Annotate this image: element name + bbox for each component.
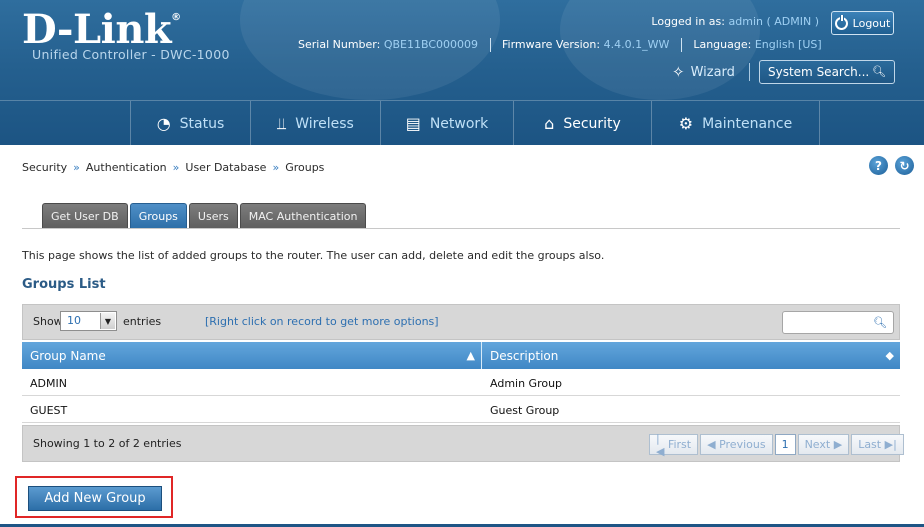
logged-in-label: Logged in as:: [651, 15, 725, 28]
serial-label: Serial Number:: [298, 38, 381, 51]
column-label: Group Name: [30, 348, 106, 363]
wand-icon: ✧: [672, 63, 685, 81]
nav-network[interactable]: ▤ Network: [381, 101, 514, 145]
nav-status[interactable]: ◔ Status: [130, 101, 251, 145]
group-name-cell: GUEST: [30, 404, 68, 417]
breadcrumb: Security » Authentication » User Database » Gr…: [22, 161, 324, 174]
context-hint: [Right click on record to get more optio…: [205, 315, 439, 328]
group-name-cell: ADMIN: [30, 377, 67, 390]
first-label: First: [667, 438, 692, 451]
search-icon[interactable]: 🔍︎: [873, 316, 887, 329]
column-header-description[interactable]: Description ◆: [482, 342, 900, 369]
system-search-input[interactable]: System Search... 🔍︎: [759, 60, 895, 84]
first-page-button[interactable]: |◀ First: [649, 431, 699, 458]
breadcrumb-item[interactable]: Security: [22, 161, 67, 174]
divider: [748, 63, 750, 81]
gauge-icon: ◔: [156, 114, 171, 133]
divider: [680, 38, 682, 52]
divider: [22, 228, 900, 229]
column-label: Description: [490, 348, 559, 363]
nav-label: Status: [179, 115, 225, 132]
last-icon: ▶|: [881, 438, 897, 451]
sort-asc-icon: ▲: [466, 349, 475, 362]
wizard-link[interactable]: ✧ Wizard: [672, 63, 750, 81]
table-row[interactable]: ADMIN Admin Group: [22, 370, 900, 396]
chevron-down-icon[interactable]: ▼: [100, 313, 115, 329]
next-icon: ▶: [830, 438, 843, 451]
nav-label: Wireless: [295, 115, 354, 132]
logged-in-user: admin ( ADMIN ): [728, 15, 820, 28]
search-icon[interactable]: 🔍︎: [872, 65, 886, 78]
device-info: Serial Number: QBE11BC000009 Firmware Ve…: [298, 38, 822, 52]
tab-users[interactable]: Users: [188, 203, 238, 228]
divider: [489, 38, 491, 52]
serial-value: QBE11BC000009: [383, 38, 479, 51]
table-footer: Showing 1 to 2 of 2 entries |◀ First ◀ P…: [22, 425, 904, 462]
sort-icon: ◆: [885, 349, 894, 362]
breadcrumb-item: Groups: [285, 161, 325, 174]
add-new-group-button[interactable]: Add New Group: [28, 486, 162, 511]
tab-bar: Get User DB Groups Users MAC Authenticat…: [42, 203, 367, 228]
nav-label: Maintenance: [702, 115, 793, 132]
entries-info: Showing 1 to 2 of 2 entries: [33, 437, 182, 450]
last-page-button[interactable]: Last ▶|: [851, 434, 904, 455]
nav-security[interactable]: ⌂ Security: [514, 101, 652, 145]
logout-button[interactable]: Logout: [831, 11, 894, 35]
system-search-placeholder: System Search...: [768, 65, 870, 79]
firmware-value: 4.4.0.1_WW: [603, 38, 670, 51]
language-select[interactable]: English [US]: [755, 38, 822, 51]
logged-in-info: Logged in as: admin ( ADMIN ): [651, 15, 819, 28]
entries-value: 10: [67, 314, 81, 327]
page-1-button[interactable]: 1: [774, 434, 796, 455]
page-description: This page shows the list of added groups…: [22, 249, 605, 262]
previous-icon: ◀: [707, 438, 720, 451]
description-cell: Admin Group: [490, 377, 563, 390]
monitor-icon: ▤: [405, 114, 421, 133]
next-label: Next: [804, 438, 831, 451]
previous-label: Previous: [719, 438, 766, 451]
next-page-button[interactable]: Next ▶: [797, 434, 850, 455]
table-toolbar: Show 10 ▼ entries [Right click on record…: [22, 304, 900, 340]
column-header-group-name[interactable]: Group Name ▲: [22, 342, 481, 369]
breadcrumb-item[interactable]: Authentication: [86, 161, 167, 174]
tab-get-user-db[interactable]: Get User DB: [42, 203, 128, 228]
language-label: Language:: [693, 38, 752, 51]
app-header: D-Link® Unified Controller - DWC-1000 Lo…: [0, 0, 924, 145]
section-title: Groups List: [22, 277, 106, 292]
power-icon: [834, 14, 848, 30]
firmware-label: Firmware Version:: [502, 38, 601, 51]
refresh-icon[interactable]: ↻: [895, 156, 914, 175]
show-label: Show: [33, 315, 63, 328]
nav-maintenance[interactable]: ⚙ Maintenance: [652, 101, 820, 145]
nav-wireless[interactable]: ⫫ Wireless: [251, 101, 381, 145]
product-subtitle: Unified Controller - DWC-1000: [32, 47, 230, 62]
last-label: Last: [858, 438, 882, 451]
wizard-label: Wizard: [690, 64, 735, 80]
tab-groups[interactable]: Groups: [129, 203, 187, 228]
entries-select[interactable]: 10 ▼: [60, 311, 117, 331]
breadcrumb-separator: »: [73, 161, 80, 174]
lock-icon: ⌂: [544, 114, 555, 133]
previous-page-button[interactable]: ◀ Previous: [700, 434, 773, 455]
first-icon: |◀: [656, 431, 668, 458]
wifi-icon: ⫫: [277, 113, 287, 133]
nav-label: Network: [429, 115, 489, 132]
tab-mac-authentication[interactable]: MAC Authentication: [239, 203, 367, 228]
description-cell: Guest Group: [490, 404, 560, 417]
breadcrumb-separator: »: [172, 161, 180, 174]
nav-label: Security: [563, 115, 621, 132]
pagination: |◀ First ◀ Previous 1 Next ▶ Last ▶|: [649, 431, 904, 458]
table-row[interactable]: GUEST Guest Group: [22, 397, 900, 423]
gears-icon: ⚙: [678, 114, 694, 133]
main-nav: ◔ Status ⫫ Wireless ▤ Network ⌂ Security…: [0, 100, 924, 145]
table-header: Group Name ▲ Description ◆: [22, 342, 900, 369]
logout-label: Logout: [852, 16, 891, 30]
breadcrumb-separator: »: [272, 161, 280, 174]
table-search-input[interactable]: 🔍︎: [782, 311, 894, 334]
entries-label: entries: [123, 315, 162, 328]
dlink-logo: D-Link®: [22, 6, 181, 53]
breadcrumb-item[interactable]: User Database: [185, 161, 266, 174]
help-icon[interactable]: ?: [869, 156, 888, 175]
